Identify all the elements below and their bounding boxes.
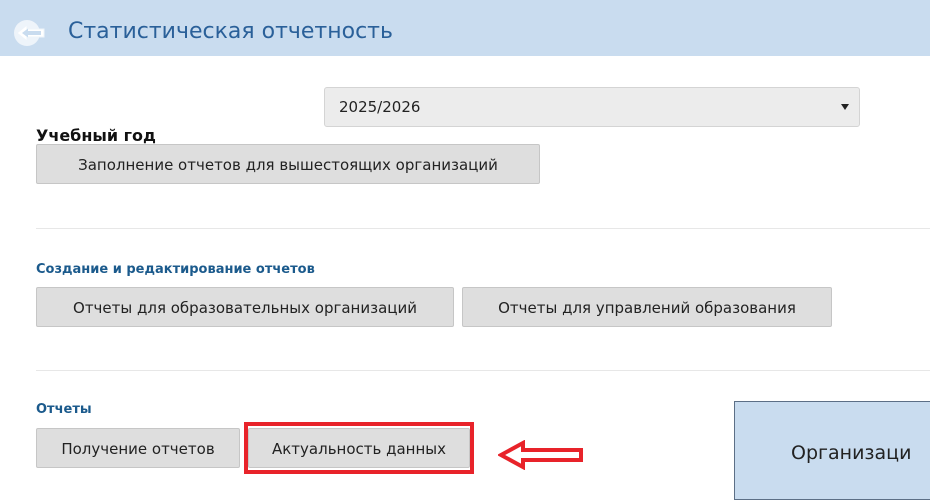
reports-heading: Отчеты [36,402,92,417]
school-year-value: 2025/2026 [339,98,421,116]
create-reports-heading: Создание и редактирование отчетов [36,262,315,277]
school-year-label: Учебный год [36,126,156,145]
organization-panel[interactable]: Организаци [734,401,930,500]
edu-org-reports-button[interactable]: Отчеты для образовательных организаций [36,287,454,327]
highlight-box [244,422,474,474]
divider [36,370,930,371]
page-title: Статистическая отчетность [68,19,393,44]
back-arrow-icon[interactable] [14,19,54,47]
edu-admin-reports-button[interactable]: Отчеты для управлений образования [462,287,832,327]
pointer-arrow-icon [498,440,583,470]
school-year-select[interactable]: 2025/2026 [324,87,860,127]
chevron-down-icon [841,104,849,110]
get-reports-button[interactable]: Получение отчетов [36,428,240,468]
divider [36,228,930,229]
header-bar: Статистическая отчетность [0,0,930,56]
fill-reports-button[interactable]: Заполнение отчетов для вышестоящих орган… [36,144,540,184]
organization-panel-label: Организаци [791,442,912,464]
